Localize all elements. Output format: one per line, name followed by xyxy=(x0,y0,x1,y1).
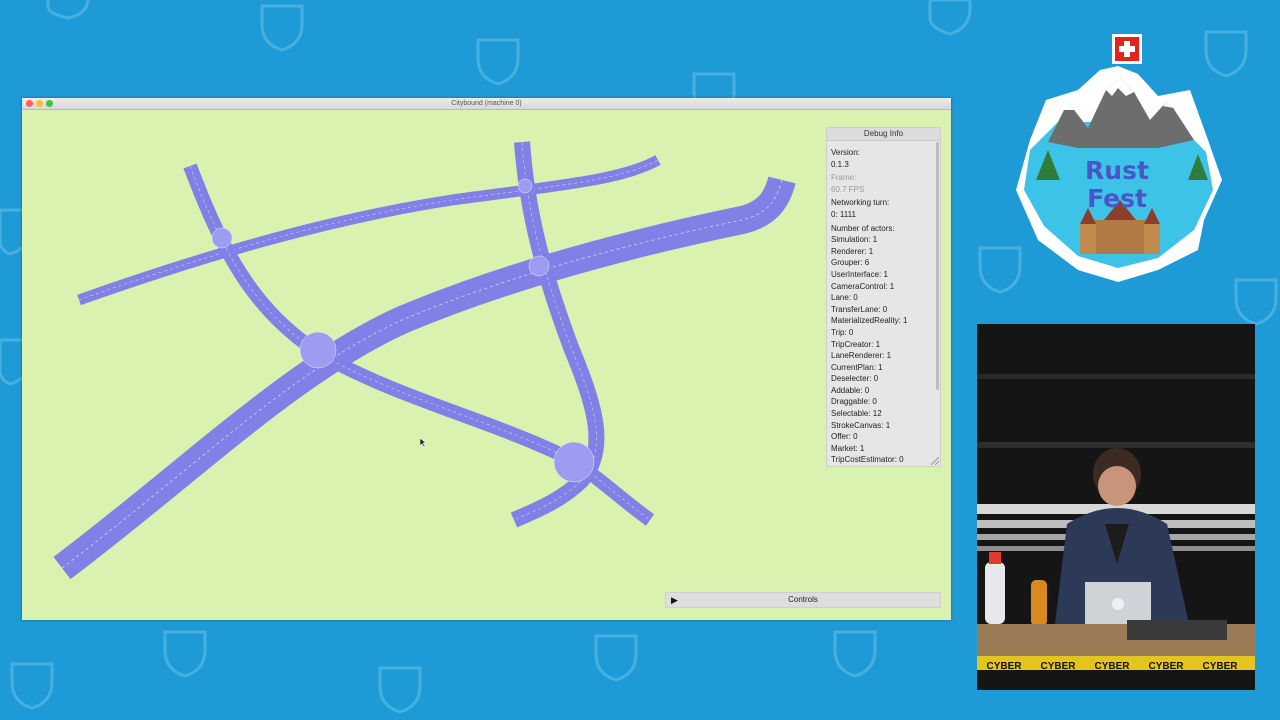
banner-word: CYBER xyxy=(1040,661,1076,670)
intersection xyxy=(211,227,233,249)
actor-count: Deselecter: 0 xyxy=(831,374,879,384)
debug-scrollbar[interactable] xyxy=(936,142,939,390)
logo-text-fest: Fest xyxy=(1087,184,1147,213)
actors-label: Number of actors: xyxy=(831,223,895,233)
rustfest-logo: Rust Fest xyxy=(1008,30,1226,290)
actor-count: MaterializedReality: 1 xyxy=(831,316,908,326)
frame-value: 60.7 FPS xyxy=(831,184,865,194)
road xyxy=(53,176,796,580)
controls-label: Controls xyxy=(788,595,818,604)
frame-label: Frame: xyxy=(831,173,857,183)
banner-word: CYBER xyxy=(986,661,1022,670)
banner-word: CYBER xyxy=(1202,661,1238,670)
mouse-cursor-icon xyxy=(420,438,427,448)
actor-count: Simulation: 1 xyxy=(831,235,878,245)
actor-count: CameraControl: 1 xyxy=(831,281,895,291)
actor-count: Selectable: 12 xyxy=(831,409,882,419)
version-label: Version: xyxy=(831,148,860,157)
app-window: Citybound (machine 0) Debug Info Version… xyxy=(22,98,951,620)
actor-count: Draggable: 0 xyxy=(831,397,877,407)
actor-count: TripCreator: 1 xyxy=(831,339,881,349)
road xyxy=(77,155,661,306)
actor-count: Offer: 0 xyxy=(831,432,858,442)
resize-grip-icon[interactable] xyxy=(931,457,939,465)
intersection xyxy=(299,331,337,369)
actor-count: UserInterface: 1 xyxy=(831,269,888,279)
banner-word: C xyxy=(1247,660,1255,670)
actor-count: LaneRenderer: 1 xyxy=(831,351,892,361)
banner-word: CYBER xyxy=(1148,661,1184,670)
banner-word: CYBER xyxy=(1094,661,1130,670)
debug-info-title[interactable]: Debug Info xyxy=(827,128,940,141)
actor-count: Addable: 0 xyxy=(831,385,870,395)
cyber-banner: CYBER CYBER CYBER CYBER CYBER C xyxy=(977,656,1255,670)
window-titlebar[interactable]: Citybound (machine 0) xyxy=(22,98,951,110)
actor-count: Grouper: 6 xyxy=(831,258,870,268)
speaker-scene xyxy=(977,324,1255,690)
actor-count: Renderer: 1 xyxy=(831,246,874,256)
networking-label: Networking turn: xyxy=(831,198,890,208)
actor-count: TransferLane: 0 xyxy=(831,304,888,314)
controls-bar[interactable]: ▶ Controls xyxy=(665,592,941,608)
actor-count: Trip: 0 xyxy=(831,327,854,337)
version-value: 0.1.3 xyxy=(831,159,849,169)
intersection xyxy=(553,441,595,483)
debug-info-panel: Debug Info Version: 0.1.3 Frame: 60.7 FP… xyxy=(826,127,941,467)
city-viewport[interactable] xyxy=(22,110,951,620)
actor-count: TripCostEstimator: 0 xyxy=(831,455,904,465)
actor-count: CurrentPlan: 1 xyxy=(831,362,883,372)
logo-text-rust: Rust xyxy=(1085,156,1149,185)
actor-count: StrokeCanvas: 1 xyxy=(831,420,891,430)
window-title: Citybound (machine 0) xyxy=(451,100,522,107)
actor-count: Lane: 0 xyxy=(831,293,858,303)
networking-value: 0: 1111 xyxy=(831,209,856,219)
intersection xyxy=(528,255,550,277)
intersection xyxy=(517,178,533,194)
speaker-video-feed: CYBER CYBER CYBER CYBER CYBER C xyxy=(977,324,1255,690)
actor-count: Market: 1 xyxy=(831,443,865,453)
